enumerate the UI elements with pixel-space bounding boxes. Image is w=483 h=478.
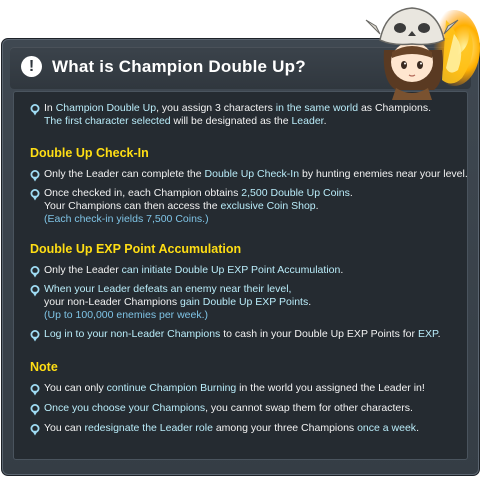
exp-subnote: (Up to 100,000 enemies per week.) xyxy=(44,309,209,321)
checkin-heading: Double Up Check-In xyxy=(30,146,149,160)
window-title: What is Champion Double Up? xyxy=(52,57,306,76)
content-panel: In Champion Double Up, you assign 3 char… xyxy=(13,91,468,460)
intro-bullet: In Champion Double Up, you assign 3 char… xyxy=(30,102,460,128)
note-bullet-2: Once you choose your Champions, you cann… xyxy=(30,402,460,416)
checkin-bullet-2: Once checked in, each Champion obtains 2… xyxy=(30,187,460,226)
location-pin-icon xyxy=(30,424,40,436)
location-pin-icon xyxy=(30,330,40,342)
location-pin-icon xyxy=(30,170,40,182)
location-pin-icon xyxy=(30,285,40,297)
note-bullet-1: You can only continue Champion Burning i… xyxy=(30,382,460,396)
info-window: ! What is Champion Double Up? In Champio… xyxy=(1,38,480,476)
location-pin-icon xyxy=(30,384,40,396)
location-pin-icon xyxy=(30,104,40,116)
exclamation-icon: ! xyxy=(21,56,42,77)
note-bullet-3: You can redesignate the Leader role amon… xyxy=(30,422,460,436)
note-heading: Note xyxy=(30,360,58,374)
exp-bullet-1: Only the Leader can initiate Double Up E… xyxy=(30,264,460,278)
location-pin-icon xyxy=(30,189,40,201)
exp-bullet-2: When your Leader defeats an enemy near t… xyxy=(30,283,460,322)
exp-bullet-3: Log in to your non-Leader Champions to c… xyxy=(30,328,460,342)
exp-heading: Double Up EXP Point Accumulation xyxy=(30,242,242,256)
checkin-bullet-1: Only the Leader can complete the Double … xyxy=(30,168,468,182)
location-pin-icon xyxy=(30,404,40,416)
checkin-subnote: (Each check-in yields 7,500 Coins.) xyxy=(44,213,209,225)
champion-character-illustration xyxy=(365,7,480,100)
location-pin-icon xyxy=(30,266,40,278)
